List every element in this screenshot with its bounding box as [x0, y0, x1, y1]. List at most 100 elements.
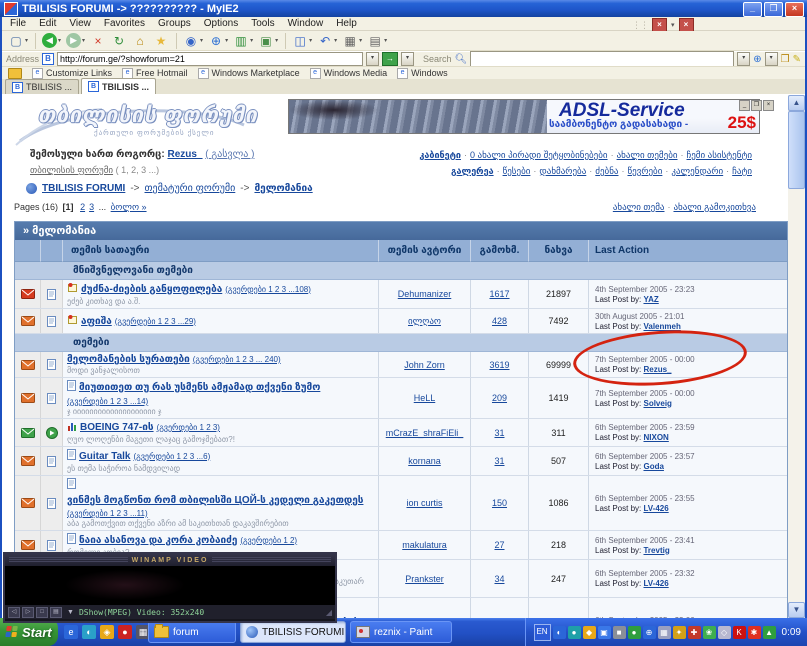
favorites-button[interactable]: ★	[151, 32, 171, 50]
globe-dropdown[interactable]: ▾	[765, 52, 778, 66]
links-folder-icon[interactable]	[8, 68, 22, 79]
topic-author-link[interactable]: makulatura	[402, 540, 447, 550]
topic-author-link[interactable]: mCrazE_shraFiEli_	[386, 428, 464, 438]
tray-icon-7[interactable]: ⊕	[643, 626, 656, 639]
quicklink[interactable]: დახმარება	[539, 166, 586, 176]
topic-title-link[interactable]: ძუძნა-ძიების განყოფილება	[81, 284, 222, 295]
tab-tbilisis-1[interactable]: B TBILISIS ...	[5, 79, 79, 94]
tray-icon-6[interactable]: ●	[628, 626, 641, 639]
last-post-author-link[interactable]: Goda	[643, 462, 663, 471]
forum-pages[interactable]: ( 1, 2, 3 ...)	[116, 165, 160, 175]
screen-capture-button[interactable]: ▥▾	[231, 32, 255, 50]
search-dropdown[interactable]: ▾	[737, 52, 750, 66]
close-tab-button[interactable]: ×	[652, 18, 667, 32]
tray-icon-4[interactable]: ▣	[598, 626, 611, 639]
refresh-button[interactable]: ↻	[109, 32, 129, 50]
topic-author-link[interactable]: ion curtis	[406, 498, 442, 508]
header-replies[interactable]: გამოხმ.	[471, 240, 529, 262]
menu-item-options[interactable]: Options	[204, 18, 238, 29]
action-link[interactable]: ახალი გამოკითხვა	[673, 202, 756, 212]
quicklink[interactable]: ახალი თემები	[617, 150, 678, 160]
topic-replies-link[interactable]: 34	[494, 574, 504, 584]
links-bar-item[interactable]: eFree Hotmail	[122, 68, 188, 79]
close-dropdown-icon[interactable]: ▾	[671, 21, 675, 29]
links-bar-item[interactable]: eWindows	[397, 68, 448, 79]
topic-title-link[interactable]: BOEING 747-ის	[80, 422, 154, 433]
scrollbar-thumb[interactable]	[788, 111, 805, 189]
links-bar-item[interactable]: eCustomize Links	[32, 68, 112, 79]
topic-replies-link[interactable]: 209	[492, 393, 507, 403]
topic-pages-link[interactable]: (გვერდები 1 2 3 ...6)	[134, 452, 211, 461]
messenger-icon[interactable]: ◐	[82, 625, 96, 639]
tab-tbilisis-2-active[interactable]: B TBILISIS ...	[81, 78, 156, 94]
tray-icon-2[interactable]: ●	[568, 626, 581, 639]
header-topic-title[interactable]: თემის სათაური	[63, 240, 379, 262]
search-input[interactable]	[470, 51, 734, 67]
topic-title-link[interactable]: ნაია ასანოვა და კორა კობაიძე	[79, 535, 237, 546]
topic-replies-link[interactable]: 1617	[489, 289, 509, 299]
adsl-banner[interactable]: ADSL-Service საამბონენტო გადასახადი - 25…	[288, 99, 760, 134]
back-button[interactable]: ◀▾	[40, 32, 63, 50]
tray-icon-14[interactable]: ✱	[748, 626, 761, 639]
quicklink[interactable]: გალერეა	[451, 166, 494, 176]
forum-link[interactable]: თბილისის ფორუმი	[30, 165, 113, 175]
images-button[interactable]: ▣▾	[256, 32, 280, 50]
menu-item-file[interactable]: File	[10, 18, 26, 29]
scrollbar-up-button[interactable]: ▲	[788, 95, 805, 111]
quicklink[interactable]: წევრები	[627, 166, 662, 176]
topic-replies-link[interactable]: 3619	[489, 360, 509, 370]
winamp-button-2[interactable]: ▷	[22, 607, 34, 618]
vertical-scrollbar[interactable]: ▲ ▼	[788, 95, 805, 618]
undo-button[interactable]: ↶▾	[315, 32, 339, 50]
topic-author-link[interactable]: kornana	[408, 456, 441, 466]
address-input[interactable]	[57, 52, 363, 66]
winamp-title-bar[interactable]: WINAMP VIDEO	[5, 554, 335, 566]
close-all-button[interactable]: ×	[679, 18, 694, 32]
topic-replies-link[interactable]: 150	[492, 498, 507, 508]
tray-icon-8[interactable]: ▦	[658, 626, 671, 639]
tray-icon-13[interactable]: K	[733, 626, 746, 639]
last-post-author-link[interactable]: Valenmeh	[643, 322, 680, 331]
topic-author-link[interactable]: ილღაო	[408, 316, 441, 327]
topic-pages-link[interactable]: (გვერდები 1 2 3 ...14)	[67, 397, 148, 406]
winamp-button-1[interactable]: ◁	[8, 607, 20, 618]
highlighter-icon[interactable]: ✎	[793, 54, 801, 65]
globe-icon[interactable]: ⊕	[753, 54, 761, 65]
topic-pages-link[interactable]: (გვერდები 1 2)	[240, 536, 297, 545]
contacts-button[interactable]: ◉▾	[181, 32, 205, 50]
topic-pages-link[interactable]: (გვერდები 1 2 3 ... 240)	[193, 355, 281, 364]
menu-item-favorites[interactable]: Favorites	[104, 18, 145, 29]
new-page-button[interactable]: ▢▾	[6, 32, 30, 50]
forum-logo[interactable]: თბილისის ფორუმი ქართული ფორუმების ქსელი	[12, 99, 262, 147]
task-button-3[interactable]: reznix - Paint	[350, 621, 452, 643]
tray-icon-15[interactable]: ▲	[763, 626, 776, 639]
topic-title-link[interactable]: აფიშა	[81, 316, 112, 327]
header-topic-author[interactable]: თემის ავტორი	[379, 240, 471, 262]
topic-pages-link[interactable]: (გვერდები 1 2 3)	[157, 423, 220, 432]
topic-pages-link[interactable]: (გვერდები 1 2 3 ...108)	[225, 285, 311, 294]
tray-icon-11[interactable]: ❀	[703, 626, 716, 639]
menu-item-groups[interactable]: Groups	[158, 18, 191, 29]
page-number-link[interactable]: 2	[80, 202, 85, 212]
topic-author-link[interactable]: Dehumanizer	[398, 289, 452, 299]
go-dropdown[interactable]: ▾	[401, 52, 414, 66]
go-button[interactable]: →	[382, 52, 398, 66]
last-post-author-link[interactable]: NIXON	[643, 433, 668, 442]
winamp-video-window[interactable]: WINAMP VIDEO ◁▷□▤ ▼ DShow(MPEG) Video: 3…	[3, 552, 337, 623]
media-player-icon[interactable]: ●	[118, 625, 132, 639]
header-last-action[interactable]: Last Action	[589, 240, 787, 262]
scrollbar-down-button[interactable]: ▼	[788, 602, 805, 618]
close-button[interactable]: ×	[785, 2, 804, 17]
tray-icon-5[interactable]: ■	[613, 626, 626, 639]
tray-icon-12[interactable]: ◇	[718, 626, 731, 639]
last-post-author-link[interactable]: YAZ	[643, 295, 658, 304]
header-views[interactable]: ნახვა	[529, 240, 589, 262]
quicklink[interactable]: ძებნა	[595, 166, 618, 176]
topic-replies-link[interactable]: 27	[494, 540, 504, 550]
breadcrumb-current-link[interactable]: მელომანია	[254, 183, 312, 194]
quicklink[interactable]: კაბინეტი	[419, 150, 461, 160]
topic-pages-link[interactable]: (გვერდები 1 2 3 ...29)	[115, 317, 196, 326]
topic-title-link[interactable]: მელომანების სურათები	[67, 354, 190, 365]
topic-title-link[interactable]: მიუთითეთ თუ რას უსმენს ამჟამად თქვენი ზუ…	[79, 382, 320, 393]
links-bar-item[interactable]: eWindows Media	[310, 68, 388, 79]
